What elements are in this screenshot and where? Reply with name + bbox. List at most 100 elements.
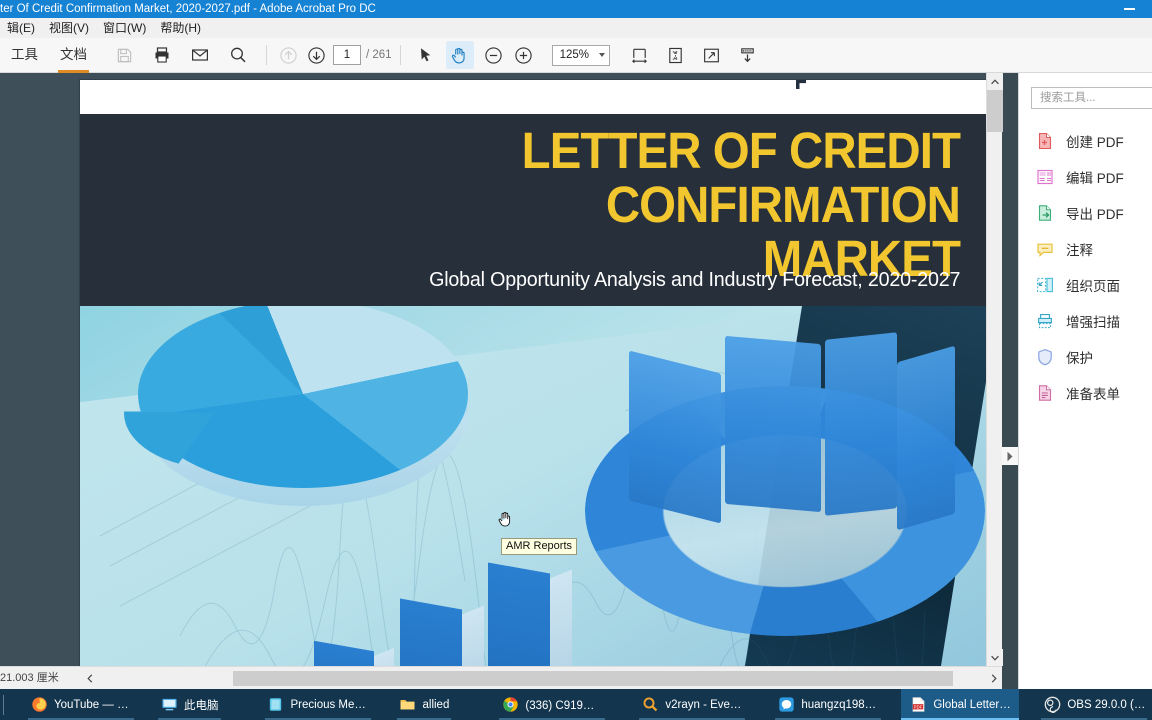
artwork-bar-3-side	[550, 569, 572, 666]
folder-icon	[399, 696, 417, 714]
zoom-in-icon[interactable]	[510, 41, 538, 69]
next-page-button[interactable]	[302, 41, 330, 69]
document-viewport[interactable]: LETTER OF CREDIT CONFIRMATION MARKET Glo…	[0, 73, 1018, 689]
vertical-scrollbar[interactable]	[986, 73, 1003, 666]
tool-label-organize-pages: 组织页面	[1066, 279, 1120, 294]
tool-item-enhance-scan[interactable]: 增强扫描	[1019, 303, 1152, 339]
taskbar-item-chrome[interactable]: (336) C919果然...	[493, 689, 611, 720]
taskbar-item-allied[interactable]: allied	[391, 689, 458, 720]
tool-item-export-pdf[interactable]: 导出 PDF	[1019, 195, 1152, 231]
screen-root: ch.com ter Of Credit Confirmation Market…	[0, 0, 1152, 720]
taskbar-item-firefox[interactable]: YouTube — M...	[22, 689, 140, 720]
cover-header: LETTER OF CREDIT CONFIRMATION MARKET Glo…	[80, 114, 998, 306]
fullscreen-icon[interactable]	[698, 41, 726, 69]
taskbar-item-precious-metal[interactable]: Precious Metal...	[259, 689, 377, 720]
horizontal-scrollbar[interactable]: 21.003 厘米	[0, 666, 1002, 689]
taskbar-label-firefox: YouTube — M...	[54, 698, 132, 711]
taskbar-label-acrobat: Global Letter ...	[933, 698, 1012, 711]
pdf-page[interactable]: LETTER OF CREDIT CONFIRMATION MARKET Glo…	[80, 80, 998, 666]
donut-wall-4	[897, 345, 955, 531]
select-cursor-icon[interactable]	[412, 41, 440, 69]
page-total-label: / 261	[366, 49, 392, 61]
scroll-down-button[interactable]	[987, 649, 1003, 666]
tooltip: AMR Reports	[501, 538, 578, 555]
protect-icon	[1035, 348, 1054, 367]
horizontal-scrollbar-thumb[interactable]	[233, 670, 953, 686]
email-icon[interactable]	[186, 41, 214, 69]
zoom-out-icon[interactable]	[480, 41, 508, 69]
tool-item-prepare-form[interactable]: 准备表单	[1019, 375, 1152, 411]
document-scroll-area[interactable]: LETTER OF CREDIT CONFIRMATION MARKET Glo…	[0, 73, 1002, 666]
tool-item-comment[interactable]: 注释	[1019, 231, 1152, 267]
tool-item-edit-pdf[interactable]: 编辑 PDF	[1019, 159, 1152, 195]
print-icon[interactable]	[148, 41, 176, 69]
taskbar-peek-divider[interactable]	[3, 694, 4, 715]
tool-item-protect[interactable]: 保护	[1019, 339, 1152, 375]
taskbar-label-chrome: (336) C919果然...	[525, 699, 603, 712]
horizontal-scrollbar-track[interactable]	[98, 670, 986, 686]
scroll-left-button[interactable]	[82, 667, 98, 689]
menu-item-view[interactable]: 视图(V)	[42, 18, 96, 38]
body-region: LETTER OF CREDIT CONFIRMATION MARKET Glo…	[0, 73, 1152, 689]
artwork-pie-chart	[124, 306, 468, 506]
firefox-icon	[30, 696, 48, 714]
obs-icon	[1043, 696, 1061, 714]
tool-item-organize-pages[interactable]: 组织页面	[1019, 267, 1152, 303]
taskbar-label-precious-metal: Precious Metal...	[290, 698, 369, 711]
tool-label-export-pdf: 导出 PDF	[1066, 207, 1124, 222]
artwork-donut-chart	[585, 326, 985, 656]
taskbar-item-huangzq[interactable]: huangzq1980 ...	[769, 689, 887, 720]
scroll-up-button[interactable]	[987, 73, 1003, 90]
search-tools-input[interactable]: 搜索工具...	[1031, 87, 1152, 109]
tool-label-create-pdf: 创建 PDF	[1066, 135, 1124, 150]
page-top-mark	[796, 80, 806, 89]
collapse-toolpane-arrow-icon[interactable]	[1002, 447, 1018, 465]
taskbar-label-this-pc: 此电脑	[184, 699, 219, 712]
svg-text:PDF: PDF	[914, 704, 923, 709]
taskbar-item-acrobat[interactable]: PDF Global Letter ...	[901, 689, 1020, 720]
hand-tool-icon[interactable]	[445, 41, 474, 69]
this-pc-icon	[160, 696, 178, 714]
vertical-scrollbar-thumb[interactable]	[987, 90, 1003, 132]
taskbar-label-huangzq: huangzq1980 ...	[801, 698, 880, 711]
organize-pages-icon	[1035, 276, 1054, 295]
fit-page-icon[interactable]	[662, 41, 690, 69]
zoom-level-dropdown[interactable]: 125%	[551, 44, 610, 66]
search-icon[interactable]	[224, 41, 252, 69]
tab-document[interactable]: 文档	[49, 38, 98, 73]
artwork-bar-3	[488, 562, 550, 666]
cover-title-line1: LETTER OF CREDIT CONFIRMATION	[521, 122, 961, 233]
window-title: ter Of Credit Confirmation Market, 2020-…	[0, 3, 376, 15]
donut-wall-3	[825, 332, 897, 516]
fit-width-icon[interactable]	[626, 41, 654, 69]
vertical-scrollbar-track[interactable]	[987, 132, 1002, 649]
window-controls	[1106, 0, 1152, 18]
save-icon[interactable]	[110, 41, 138, 69]
taskbar-item-this-pc[interactable]: 此电脑	[152, 689, 227, 720]
menu-item-window[interactable]: 窗口(W)	[96, 18, 153, 38]
tool-item-create-pdf[interactable]: 创建 PDF	[1019, 123, 1152, 159]
everything-icon	[641, 696, 659, 714]
page-number-input[interactable]: 1	[333, 45, 361, 65]
acrobat-window: ter Of Credit Confirmation Market, 2020-…	[0, 0, 1152, 689]
previous-page-button[interactable]	[274, 41, 302, 69]
scroll-mode-icon[interactable]	[734, 41, 762, 69]
hand-cursor-pointer	[497, 510, 515, 530]
cover-artwork	[80, 306, 998, 666]
taskbar-item-v2rayn[interactable]: v2rayn - Everyt...	[633, 689, 751, 720]
tool-label-enhance-scan: 增强扫描	[1066, 315, 1120, 330]
menu-item-help[interactable]: 帮助(H)	[153, 18, 208, 38]
minimize-button[interactable]	[1106, 0, 1152, 18]
tool-label-edit-pdf: 编辑 PDF	[1066, 171, 1124, 186]
menu-item-edit[interactable]: 辑(E)	[0, 18, 42, 38]
acrobat-icon: PDF	[909, 696, 927, 714]
tab-tools[interactable]: 工具	[0, 38, 49, 73]
background-window-status: 21.003 厘米	[0, 667, 78, 689]
pie-exploded-slice	[124, 358, 304, 468]
taskbar-label-allied: allied	[422, 698, 450, 711]
scroll-right-button[interactable]	[986, 667, 1002, 689]
taskbar-item-obs[interactable]: OBS 29.0.0 (64...	[1035, 689, 1152, 720]
tools-pane: 搜索工具... 创建 PDF 编辑 PDF 导出 PDF 注释 组织页面 增强扫…	[1018, 73, 1152, 689]
menu-bar: 辑(E) 视图(V) 窗口(W) 帮助(H)	[0, 18, 1152, 38]
zoom-level-value: 125%	[559, 49, 589, 61]
